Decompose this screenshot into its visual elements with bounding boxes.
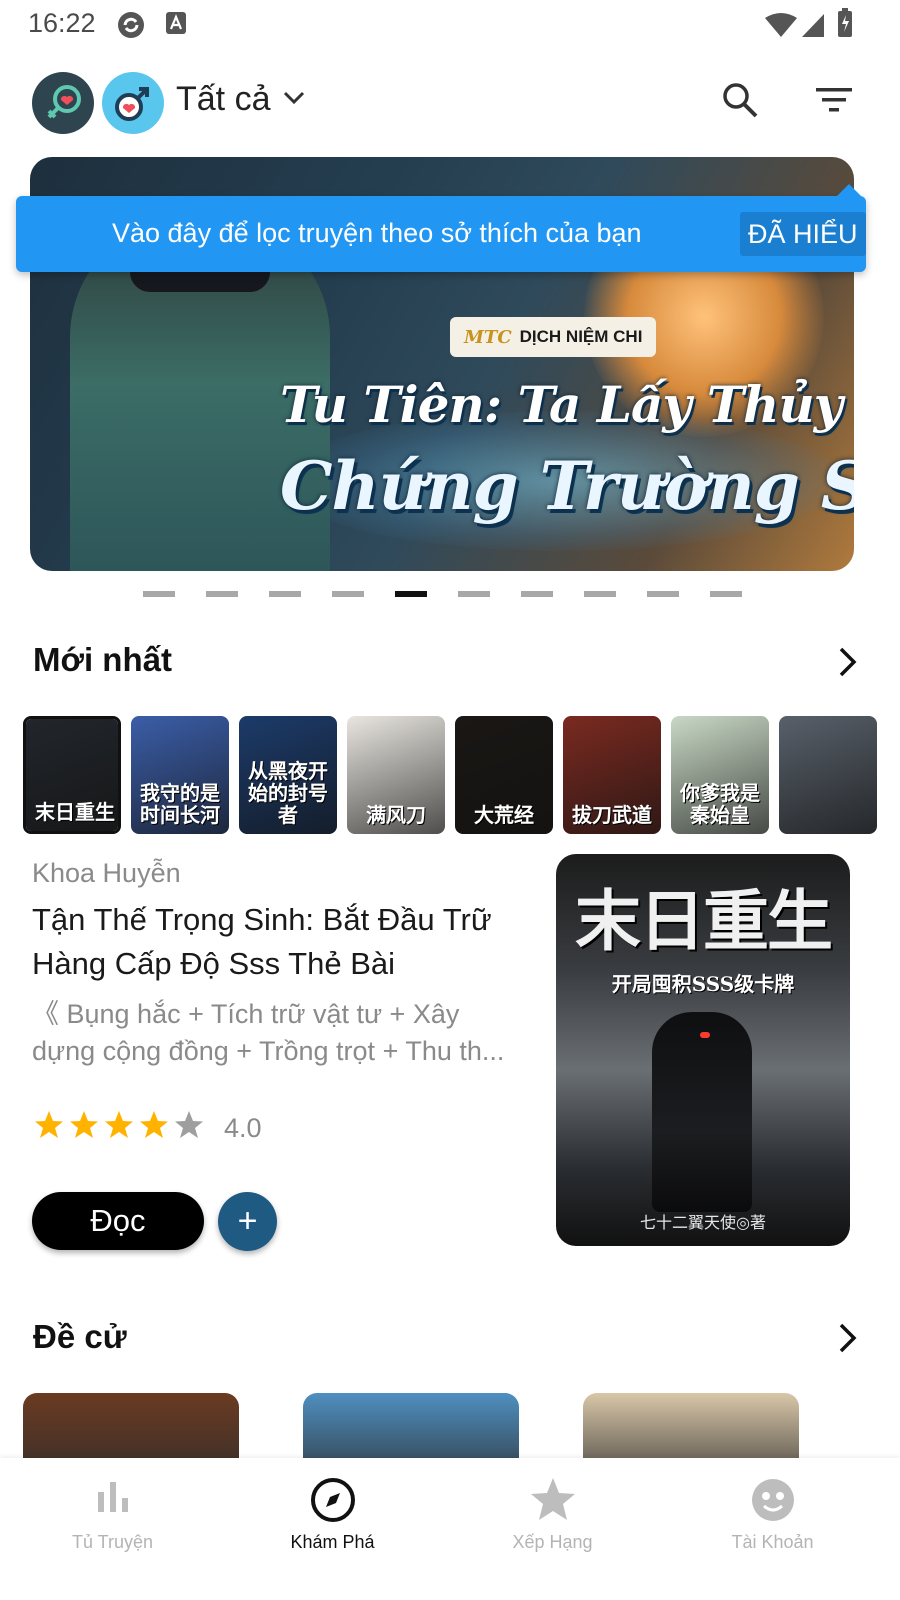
banner-indicator-dot[interactable] <box>143 591 175 597</box>
star-icon <box>440 1476 665 1522</box>
sync-icon <box>116 10 146 45</box>
banner-indicator-dot[interactable] <box>710 591 742 597</box>
book-cover-thumbnail[interactable]: 从黑夜开始的封号者 <box>239 716 337 834</box>
rating-star-icon <box>175 1111 203 1138</box>
recommended-list <box>23 1393 900 1461</box>
filter-label[interactable]: Tất cả <box>176 80 270 119</box>
tooltip-dismiss-button[interactable]: ĐÃ HIỂU <box>740 212 866 256</box>
recommended-book-card[interactable] <box>583 1393 799 1461</box>
bottom-navigation: Tủ Truyện Khám Phá Xếp Hạng Tài Khoản <box>0 1458 900 1600</box>
banner-indicator-dot[interactable] <box>647 591 679 597</box>
rating-star-icon <box>105 1111 133 1138</box>
add-to-library-button[interactable]: + <box>218 1192 277 1251</box>
featured-book-cover[interactable]: 末日重生 开局囤积SSS级卡牌 七十二翼天使◎著 <box>556 854 850 1246</box>
rating-star-icon <box>70 1111 98 1138</box>
cover-thumbnail-title: 我守的是时间长河 <box>140 781 220 827</box>
gender-female-icon[interactable] <box>32 72 94 134</box>
nav-item-library[interactable]: Tủ Truyện <box>0 1458 225 1600</box>
search-icon[interactable] <box>720 80 760 125</box>
cover-subtitle: 开局囤积SSS级卡牌 <box>611 972 795 996</box>
section-title-recommended: Đề cử <box>33 1318 127 1355</box>
book-cover-thumbnail[interactable]: 大荒经 <box>455 716 553 834</box>
nav-label: Xếp Hạng <box>512 1532 593 1552</box>
book-description: 《 Bụng hắc + Tích trữ vật tư + Xây dựng … <box>32 999 505 1066</box>
banner-indicator-dot[interactable] <box>206 591 238 597</box>
top-bar: Tất cả <box>0 62 900 142</box>
banner-indicator-dot[interactable] <box>521 591 553 597</box>
banner-indicator-dot[interactable] <box>584 591 616 597</box>
banner-tag: MTC DỊCH NIỆM CHI <box>450 317 657 357</box>
cover-figure <box>652 1012 752 1212</box>
banner-title-line1: Tu Tiên: Ta Lấy Thủy Pháp <box>280 375 854 434</box>
banner-indicator-dot[interactable] <box>395 591 427 597</box>
book-cover-thumbnail[interactable] <box>779 716 877 834</box>
bar-chart-icon <box>0 1476 225 1516</box>
cover-thumbnail-title: 末日重生 <box>35 800 115 824</box>
chevron-down-icon[interactable] <box>283 90 305 111</box>
status-bar: 16:22 <box>0 0 900 48</box>
cover-thumbnail-title: 拔刀武道 <box>572 803 652 827</box>
banner-tag-logo: MTC <box>464 326 512 348</box>
banner-indicator-dot[interactable] <box>269 591 301 597</box>
nav-item-account[interactable]: Tài Khoản <box>660 1458 885 1600</box>
tooltip-arrow <box>836 184 862 197</box>
book-author: Khoa Huyễn <box>32 858 181 888</box>
nav-item-explore[interactable]: Khám Phá <box>220 1458 445 1600</box>
accessibility-icon <box>165 10 187 41</box>
compass-icon <box>220 1476 445 1524</box>
read-button[interactable]: Đọc <box>32 1192 204 1250</box>
cover-thumbnail-title: 大荒经 <box>474 803 534 827</box>
banner-indicator-dot[interactable] <box>332 591 364 597</box>
book-cover-thumbnail[interactable]: 拔刀武道 <box>563 716 661 834</box>
recommended-book-card[interactable] <box>23 1393 239 1461</box>
banner-indicator-dot[interactable] <box>458 591 490 597</box>
gender-male-icon[interactable] <box>102 72 164 134</box>
sort-icon[interactable] <box>814 84 854 121</box>
cover-thumbnail-title: 你爹我是秦始皇 <box>680 781 760 827</box>
cover-author: 七十二翼天使◎著 <box>640 1215 766 1232</box>
status-time: 16:22 <box>28 8 96 38</box>
account-face-icon <box>660 1476 885 1524</box>
signal-icon <box>800 12 826 43</box>
battery-icon <box>837 8 853 43</box>
book-cover-thumbnail[interactable]: 满风刀 <box>347 716 445 834</box>
cover-art <box>779 716 877 834</box>
banner-tag-text: DỊCH NIỆM CHI <box>519 327 643 346</box>
filter-tooltip: Vào đây để lọc truyện theo sở thích của … <box>16 184 866 272</box>
nav-label: Khám Phá <box>290 1532 375 1552</box>
book-title[interactable]: Tận Thế Trọng Sinh: Bắt Đầu Trữ Hàng Cấp… <box>32 898 532 986</box>
book-rating-value: 4.0 <box>224 1113 262 1143</box>
newest-covers-list: 末日重生 我守的是时间长河 从黑夜开始的封号者满风刀 大荒经 拔刀武道 你爹我是秦始皇 <box>23 716 900 834</box>
banner-title-line2: Chứng Trường Sinh <box>280 447 854 525</box>
rating-star-icon <box>140 1111 168 1138</box>
cover-thumbnail-title: 满风刀 <box>366 803 426 827</box>
book-cover-thumbnail[interactable]: 末日重生 <box>23 716 121 834</box>
cover-thumbnail-title: 从黑夜开始的封号者 <box>248 759 328 827</box>
book-cover-thumbnail[interactable]: 我守的是时间长河 <box>131 716 229 834</box>
chevron-right-icon[interactable] <box>836 1322 860 1359</box>
nav-label: Tài Khoản <box>731 1532 814 1552</box>
cover-title: 末日重生 <box>575 882 833 960</box>
wifi-icon <box>764 12 798 43</box>
tooltip-text: Vào đây để lọc truyện theo sở thích của … <box>112 218 642 248</box>
nav-label: Tủ Truyện <box>71 1532 154 1552</box>
book-cover-thumbnail[interactable]: 你爹我是秦始皇 <box>671 716 769 834</box>
rating-star-icon <box>35 1111 63 1138</box>
recommended-book-card[interactable] <box>303 1393 519 1461</box>
chevron-right-icon[interactable] <box>836 646 860 683</box>
cover-figure-eye <box>700 1032 710 1038</box>
nav-item-ranking[interactable]: Xếp Hạng <box>440 1458 665 1600</box>
section-title-newest: Mới nhất <box>33 641 172 678</box>
